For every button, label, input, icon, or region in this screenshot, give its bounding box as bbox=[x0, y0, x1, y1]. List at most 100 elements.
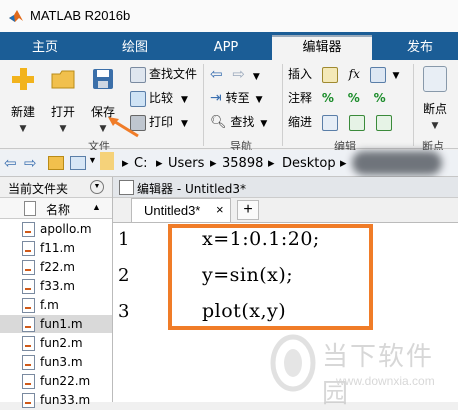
insert-label[interactable]: 插入 bbox=[288, 67, 312, 81]
breadcrumb-item[interactable]: C: bbox=[134, 156, 147, 171]
find-files-button[interactable]: 查找文件 bbox=[130, 64, 197, 84]
increase-indent-icon[interactable] bbox=[348, 114, 365, 131]
chevron-down-icon: ▼ bbox=[181, 95, 188, 105]
chevron-down-icon: ▼ bbox=[392, 71, 400, 81]
list-item[interactable]: f22.m bbox=[0, 258, 112, 276]
goto-button[interactable]: ⇥ 转至 ▼ bbox=[210, 88, 267, 108]
back-arrow-icon[interactable]: ⇦ bbox=[210, 65, 223, 83]
annotation-arrow bbox=[108, 117, 139, 138]
breadcrumb-item[interactable]: 35898 bbox=[222, 156, 263, 171]
breadcrumb-separator: ▸ bbox=[156, 156, 163, 171]
watermark-url: www.downxia.com bbox=[336, 374, 435, 388]
editor-title: 编辑器 - Untitled3* bbox=[137, 182, 247, 196]
editor-doc-icon bbox=[119, 180, 134, 195]
insert-doc-icon[interactable] bbox=[321, 66, 338, 83]
matlab-logo-icon bbox=[9, 10, 23, 22]
new-label: 新建 bbox=[10, 105, 35, 119]
new-button[interactable]: 新建 ▼ bbox=[6, 66, 40, 134]
redacted-path-blur bbox=[352, 151, 442, 175]
list-item[interactable]: f.m bbox=[0, 296, 112, 314]
forward-arrow-icon[interactable]: ⇨ bbox=[232, 65, 245, 83]
editor-tab-label: Untitled3* bbox=[144, 203, 201, 218]
breadcrumb-item[interactable]: Users bbox=[168, 156, 204, 171]
comment-percent-button[interactable]: % bbox=[322, 91, 334, 105]
editor-title-bar: 编辑器 - Untitled3* bbox=[113, 177, 458, 198]
breadcrumb-separator: ▸ bbox=[122, 156, 129, 171]
uncomment-icon[interactable]: % bbox=[348, 91, 360, 105]
breakpoints-label: 断点 bbox=[422, 102, 447, 116]
title-bar: MATLAB R2016b bbox=[0, 0, 458, 32]
line-number: 1 bbox=[118, 229, 130, 250]
file-name: fun1.m bbox=[40, 317, 83, 331]
file-name: f.m bbox=[40, 298, 59, 312]
tab-editor[interactable]: 编辑器 bbox=[272, 35, 372, 60]
function-icon[interactable] bbox=[369, 66, 386, 83]
list-item[interactable]: apollo.m bbox=[0, 220, 112, 238]
chevron-down-icon: ▼ bbox=[59, 124, 67, 134]
list-item[interactable]: fun2.m bbox=[0, 334, 112, 352]
current-folder-panel: 当前文件夹 ▼ 名称 ▲ apollo.m f11.m f22.m f33.m f.m f… bbox=[0, 177, 113, 408]
goto-label: 转至 bbox=[225, 91, 250, 105]
file-name: apollo.m bbox=[40, 222, 92, 236]
search-icon: 🔍︎ bbox=[210, 115, 227, 130]
back-forward-buttons[interactable]: ⇦ ⇨ ▼ bbox=[210, 64, 267, 84]
chevron-down-icon: ▼ bbox=[431, 121, 439, 131]
group-divider bbox=[282, 64, 283, 146]
matlab-file-icon bbox=[22, 260, 35, 275]
group-divider bbox=[413, 64, 414, 146]
breadcrumb-item[interactable]: Desktop bbox=[282, 156, 336, 171]
tab-publish[interactable]: 发布 bbox=[382, 35, 458, 60]
panel-menu-icon[interactable]: ▼ bbox=[90, 180, 104, 194]
insert-row: 插入 fx ▼ bbox=[288, 64, 399, 84]
file-name: fun3.m bbox=[40, 355, 83, 369]
close-icon[interactable]: × bbox=[216, 202, 224, 217]
editor-tab-untitled3[interactable]: Untitled3* × bbox=[131, 198, 231, 222]
find-button[interactable]: 🔍︎ 查找 ▼ bbox=[210, 112, 267, 132]
list-item[interactable]: fun3.m bbox=[0, 353, 112, 371]
find-files-label: 查找文件 bbox=[149, 67, 198, 81]
site-watermark: 当下软件园 www.downxia.com bbox=[268, 330, 458, 409]
folder-icon bbox=[100, 152, 114, 170]
code-highlight-box bbox=[168, 224, 373, 330]
open-label: 打开 bbox=[50, 105, 75, 119]
file-name: f11.m bbox=[40, 241, 75, 255]
breakpoints-button[interactable]: 断点 ▼ bbox=[418, 66, 452, 131]
chevron-down-icon[interactable]: ▼ bbox=[88, 155, 97, 165]
line-number: 2 bbox=[118, 265, 130, 286]
fx-button[interactable]: fx bbox=[349, 67, 360, 81]
browse-folder-icon[interactable] bbox=[70, 156, 86, 170]
indent-label[interactable]: 缩进 bbox=[288, 115, 312, 129]
decrease-indent-icon[interactable] bbox=[375, 114, 392, 131]
name-column-header[interactable]: 名称 bbox=[46, 201, 70, 218]
chevron-down-icon: ▼ bbox=[252, 72, 260, 82]
forward-arrow-icon[interactable]: ⇨ bbox=[24, 154, 37, 172]
tab-plots[interactable]: 绘图 bbox=[100, 35, 170, 60]
file-name: f33.m bbox=[40, 279, 75, 293]
nav-group: ⇦ ⇨ ▼ ⇥ 转至 ▼ 🔍︎ 查找 ▼ bbox=[210, 64, 267, 132]
list-item[interactable]: fun1.m bbox=[0, 315, 112, 333]
list-item[interactable]: fun33.m bbox=[0, 391, 112, 409]
list-item[interactable]: f11.m bbox=[0, 239, 112, 257]
list-item[interactable]: fun22.m bbox=[0, 372, 112, 390]
tab-apps[interactable]: APP bbox=[190, 35, 262, 60]
compare-button[interactable]: 比较 ▼ bbox=[130, 88, 197, 108]
tab-home[interactable]: 主页 bbox=[10, 35, 80, 60]
ribbon-tab-bar: 主页 绘图 APP 编辑器 发布 bbox=[0, 32, 458, 60]
comment-label[interactable]: 注释 bbox=[288, 91, 312, 105]
indent-row: 缩进 bbox=[288, 112, 399, 132]
up-folder-icon[interactable] bbox=[48, 156, 64, 170]
matlab-file-icon bbox=[22, 317, 35, 332]
column-header-row[interactable]: 名称 ▲ bbox=[0, 198, 112, 219]
window-title: MATLAB R2016b bbox=[30, 8, 131, 23]
back-arrow-icon[interactable]: ⇦ bbox=[4, 154, 17, 172]
compare-label: 比较 bbox=[149, 91, 174, 105]
print-label: 打印 bbox=[149, 115, 174, 129]
smart-indent-icon[interactable] bbox=[321, 114, 338, 131]
open-button[interactable]: 打开 ▼ bbox=[46, 66, 80, 134]
new-tab-plus-icon[interactable]: + bbox=[237, 200, 259, 220]
editor-tab-strip: Untitled3* × + bbox=[113, 198, 458, 223]
chevron-down-icon: ▼ bbox=[255, 95, 263, 105]
group-divider bbox=[203, 64, 204, 146]
list-item[interactable]: f33.m bbox=[0, 277, 112, 295]
wrap-comment-icon[interactable]: % bbox=[374, 91, 386, 105]
